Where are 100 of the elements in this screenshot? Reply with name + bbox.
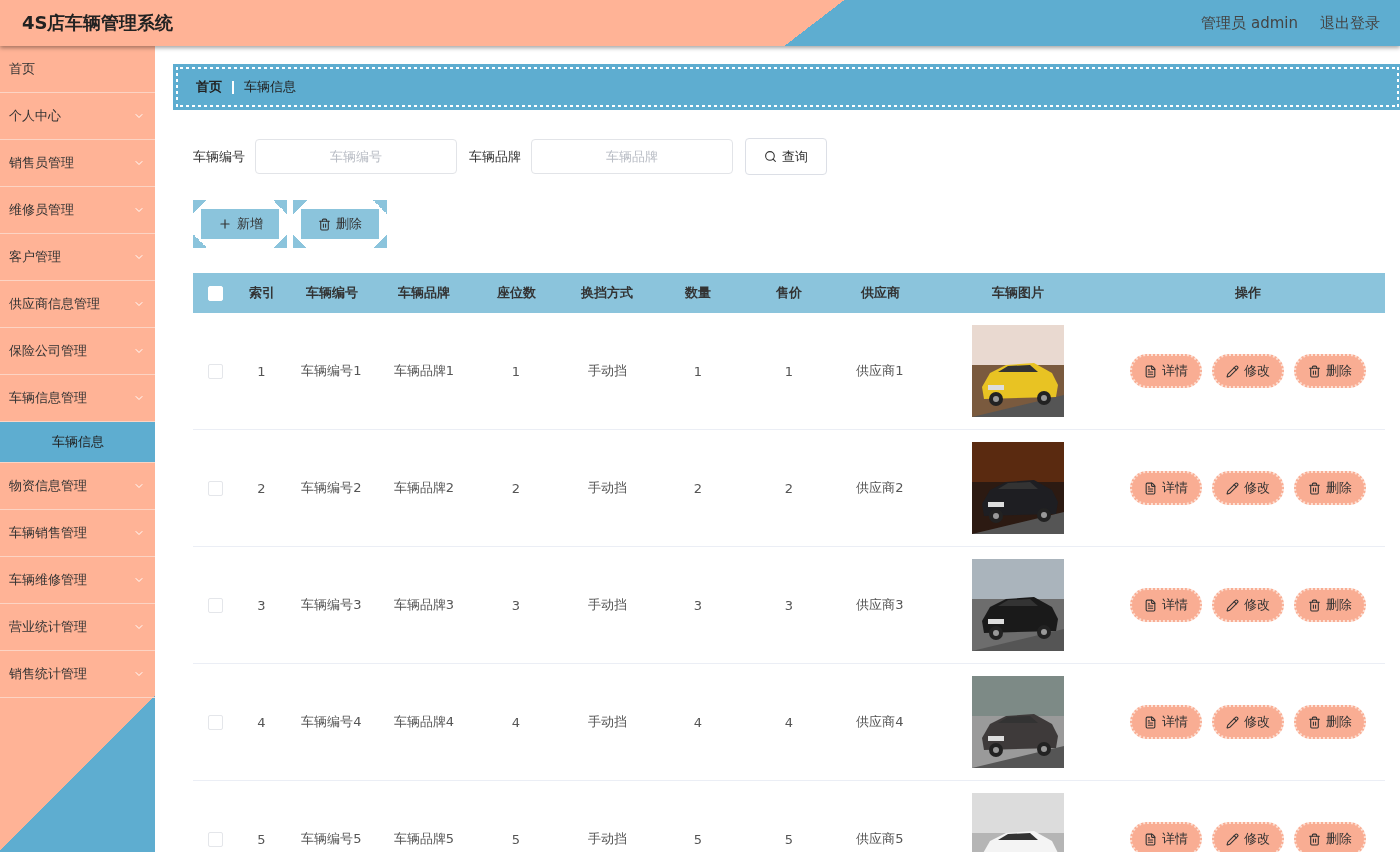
menu-item[interactable]: 营业统计管理 [0,604,155,651]
checkbox[interactable] [208,363,223,379]
app-title: 4S店车辆管理系统 [22,11,175,35]
menu-item[interactable]: 供应商信息管理 [0,281,155,328]
menu-label: 首页 [9,60,36,78]
table-cell-text: 车辆编号4 [300,713,363,731]
menu-item[interactable]: 销售员管理 [0,140,155,187]
table-cell-text: 手动挡 [586,362,628,380]
table-cell-text: 供应商3 [855,596,905,614]
checkbox[interactable] [208,480,223,496]
table-cell-text: 3 [510,597,522,613]
menu-item[interactable]: 物资信息管理 [0,463,155,510]
menu-label: 车辆维修管理 [9,571,88,589]
table-cell-text: 2 [783,480,795,496]
menu-item[interactable]: 车辆维修管理 [0,557,155,604]
detail-button[interactable]: 详情 [1129,588,1202,622]
table-cell-text: 车辆编号2 [300,479,363,497]
detail-button[interactable]: 详情 [1129,822,1202,852]
table-cell-text: 4 [692,714,704,730]
menu-item[interactable]: 客户管理 [0,234,155,281]
trash-icon [318,217,331,231]
menu-item[interactable]: 首页 [0,46,155,93]
menu-item[interactable]: 保险公司管理 [0,328,155,375]
delete-button[interactable]: 删除 [1293,471,1366,505]
table-cell-text: 2 [510,480,522,496]
delete-button[interactable]: 删除 [1293,705,1366,739]
edit-button[interactable]: 修改 [1211,471,1284,505]
checkbox[interactable] [208,831,223,847]
menu-label: 销售统计管理 [9,665,88,683]
table-cell-text: 3 [692,597,704,613]
search-icon [764,150,777,163]
detail-button[interactable]: 详情 [1129,471,1202,505]
table-cell-text: 车辆编号3 [300,596,363,614]
logout-link[interactable]: 退出登录 [1320,13,1380,33]
column-header: 供应商 [859,284,901,302]
table-cell-text: 2 [256,480,267,496]
table-cell-text: 车辆品牌3 [392,596,456,614]
table-cell-text: 车辆品牌5 [392,830,456,848]
submenu-item[interactable]: 车辆信息 [0,422,155,463]
table-cell-text: 手动挡 [586,479,628,497]
table-cell-text: 供应商5 [855,830,905,848]
table-cell-text: 1 [783,363,795,379]
column-header: 换挡方式 [580,284,634,302]
menu-label: 维修员管理 [9,201,75,219]
breadcrumb-item: 车辆信息 [244,78,296,96]
search-field[interactable]: 车辆品牌 [531,139,733,174]
column-header: 座位数 [495,284,537,302]
search-field[interactable]: 车辆编号 [255,139,457,174]
menu-label: 物资信息管理 [9,477,88,495]
delete-button[interactable]: 删除 [293,200,387,248]
table-cell-text: 供应商2 [855,479,905,497]
table-cell-text: 手动挡 [586,830,628,848]
table-cell-text: 手动挡 [586,713,628,731]
table-cell-text: 5 [692,831,704,847]
pencil-icon [1225,364,1239,378]
menu-label: 供应商信息管理 [9,295,101,313]
edit-button[interactable]: 修改 [1211,354,1284,388]
table-cell-text: 车辆品牌1 [392,362,456,380]
add-button[interactable]: 新增 [193,200,287,248]
menu-item[interactable]: 个人中心 [0,93,155,140]
document-icon [1143,598,1157,612]
column-header: 车辆品牌 [397,284,451,302]
table-cell-text: 3 [783,597,795,613]
menu-label: 个人中心 [9,107,62,125]
search-button[interactable]: 查询 [745,138,827,175]
table-cell-text: 车辆编号1 [300,362,363,380]
document-icon [1143,481,1157,495]
detail-button[interactable]: 详情 [1129,705,1202,739]
column-header: 售价 [775,284,803,302]
breadcrumb-item[interactable]: 首页 [196,78,222,96]
table-cell-text: 5 [256,831,267,847]
menu-item[interactable]: 销售统计管理 [0,651,155,698]
table-cell-text: 供应商1 [855,362,905,380]
menu-item[interactable]: 维修员管理 [0,187,155,234]
table-cell-text: 4 [510,714,522,730]
delete-button[interactable]: 删除 [1293,354,1366,388]
table-cell-text: 1 [692,363,704,379]
menu-label: 车辆信息管理 [9,389,88,407]
edit-button[interactable]: 修改 [1211,588,1284,622]
delete-button[interactable]: 删除 [1293,822,1366,852]
table-cell-text: 手动挡 [586,596,628,614]
edit-button[interactable]: 修改 [1211,822,1284,852]
edit-button[interactable]: 修改 [1211,705,1284,739]
pencil-icon [1225,715,1239,729]
checkbox[interactable] [208,714,223,730]
table-cell-text: 车辆品牌2 [392,479,456,497]
trash-icon [1307,481,1321,495]
document-icon [1143,364,1157,378]
table-cell-text: 4 [783,714,795,730]
menu-item[interactable]: 车辆销售管理 [0,510,155,557]
plus-icon [217,217,232,231]
delete-button[interactable]: 删除 [1293,588,1366,622]
table-cell-text: 车辆编号5 [300,830,363,848]
checkbox[interactable] [208,597,223,613]
detail-button[interactable]: 详情 [1129,354,1202,388]
user-name: 管理员 admin [1201,13,1298,33]
column-header: 索引 [247,284,276,302]
trash-icon [1307,832,1321,846]
menu-label: 销售员管理 [9,154,75,172]
column-header: 操作 [1233,284,1262,302]
